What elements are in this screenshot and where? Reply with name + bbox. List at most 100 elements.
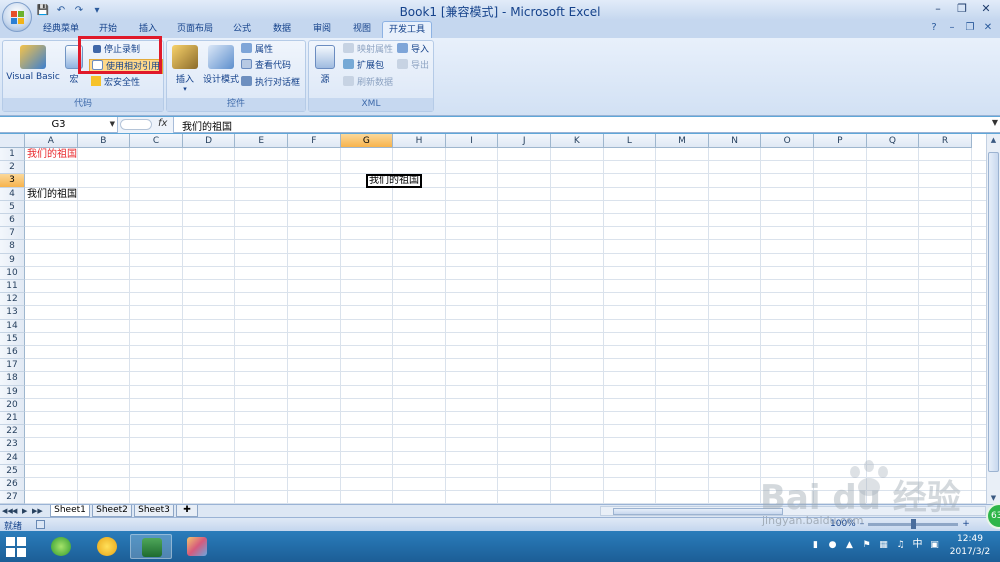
row-header-7[interactable]: 7 (0, 227, 25, 241)
taskbar-paint[interactable] (176, 534, 218, 559)
tab-developer[interactable]: 开发工具 (382, 21, 432, 38)
row-header-15[interactable]: 15 (0, 332, 25, 346)
insert-sheet-button[interactable]: ✚ (176, 505, 198, 517)
map-properties-button[interactable]: 映射属性 (343, 43, 393, 58)
row-header-3[interactable]: 3 (0, 174, 25, 188)
formula-cancel-enter[interactable] (120, 119, 152, 130)
zoom-slider-knob[interactable] (911, 518, 917, 529)
minimize-icon[interactable]: – (946, 22, 958, 33)
taskbar-excel[interactable] (130, 534, 172, 559)
cell-g3-active[interactable]: 我们的祖国 (366, 174, 422, 188)
column-header-q[interactable]: Q (866, 134, 920, 148)
horizontal-scrollbar[interactable] (600, 506, 986, 516)
restore-icon[interactable]: ❐ (964, 22, 976, 33)
column-header-g[interactable]: G (340, 134, 394, 148)
column-header-b[interactable]: B (77, 134, 131, 148)
tray-phone-icon[interactable]: ▮ (810, 539, 821, 551)
next-sheet-icon[interactable]: ▶ (22, 505, 30, 517)
worksheet-grid[interactable]: ABCDEFGHIJKLMNOPQR 1 2 3 4 5 6 7 8 9 10 11 12 13 14 15… (0, 134, 986, 504)
row-header-4[interactable]: 4 (0, 187, 25, 201)
column-header-i[interactable]: I (445, 134, 499, 148)
tray-network-icon[interactable]: ▦ (878, 539, 889, 551)
row-header-9[interactable]: 9 (0, 253, 25, 267)
office-button[interactable] (2, 2, 32, 32)
taskbar-security-app[interactable] (86, 534, 128, 559)
vertical-scrollbar[interactable]: ▲ ▼ (986, 134, 1000, 504)
row-header-10[interactable]: 10 (0, 266, 25, 280)
last-sheet-icon[interactable]: ▶▶ (32, 505, 43, 517)
formula-input[interactable]: 我们的祖国 (182, 118, 232, 133)
chevron-down-icon[interactable]: ▼ (110, 117, 115, 132)
tray-security-icon[interactable]: ● (827, 539, 838, 551)
row-header-23[interactable]: 23 (0, 438, 25, 452)
row-header-13[interactable]: 13 (0, 306, 25, 320)
row-header-19[interactable]: 19 (0, 385, 25, 399)
row-header-26[interactable]: 26 (0, 478, 25, 492)
column-header-n[interactable]: N (708, 134, 762, 148)
row-header-25[interactable]: 25 (0, 464, 25, 478)
column-header-o[interactable]: O (761, 134, 814, 148)
insert-control-button[interactable]: 插入 ▾ (169, 43, 201, 97)
tab-view[interactable]: 视图 (344, 21, 380, 38)
xml-source-button[interactable]: 源 (311, 43, 339, 97)
design-mode-button[interactable]: 设计模式 (201, 43, 241, 97)
sheet-tab-sheet2[interactable]: Sheet2 (92, 505, 132, 517)
minimize-icon[interactable]: – (926, 0, 950, 18)
row-header-14[interactable]: 14 (0, 319, 25, 333)
row-header-22[interactable]: 22 (0, 425, 25, 439)
restore-icon[interactable]: ❐ (950, 0, 974, 18)
tray-flag-icon[interactable]: ⚑ (861, 539, 872, 551)
windows-start-icon[interactable] (6, 537, 26, 557)
run-dialog-button[interactable]: 执行对话框 (241, 76, 300, 91)
sheet-tab-sheet3[interactable]: Sheet3 (134, 505, 174, 517)
taskbar-browser[interactable] (40, 534, 82, 559)
column-header-j[interactable]: J (498, 134, 551, 148)
column-header-m[interactable]: M (656, 134, 709, 148)
tab-formulas[interactable]: 公式 (224, 21, 260, 38)
input-method-indicator[interactable]: 中 (912, 539, 923, 551)
tab-data[interactable]: 数据 (264, 21, 300, 38)
export-button[interactable]: 导出 (397, 59, 429, 74)
column-header-l[interactable]: L (603, 134, 657, 148)
row-header-24[interactable]: 24 (0, 451, 25, 465)
tray-image-icon[interactable]: ▣ (929, 539, 940, 551)
row-header-18[interactable]: 18 (0, 372, 25, 386)
column-header-d[interactable]: D (182, 134, 236, 148)
row-header-6[interactable]: 6 (0, 214, 25, 228)
tab-page-layout[interactable]: 页面布局 (170, 21, 220, 38)
zoom-out-icon[interactable]: – (860, 519, 865, 529)
properties-button[interactable]: 属性 (241, 43, 273, 58)
column-header-p[interactable]: P (814, 134, 867, 148)
select-all-corner[interactable] (0, 134, 25, 148)
row-header-21[interactable]: 21 (0, 412, 25, 426)
tray-up-arrow-icon[interactable]: ▲ (844, 539, 855, 551)
macro-security-button[interactable]: 宏安全性 (91, 76, 140, 91)
sheet-tab-sheet1[interactable]: Sheet1 (50, 505, 90, 517)
row-header-8[interactable]: 8 (0, 240, 25, 254)
scroll-up-icon[interactable]: ▲ (987, 134, 1000, 146)
expand-formula-bar-icon[interactable]: ▼ (992, 118, 998, 127)
row-header-16[interactable]: 16 (0, 346, 25, 360)
column-header-e[interactable]: E (235, 134, 288, 148)
insert-function-icon[interactable]: fx (158, 118, 167, 129)
row-header-20[interactable]: 20 (0, 398, 25, 412)
tray-volume-icon[interactable]: ♫ (895, 539, 906, 551)
help-icon[interactable]: ? (928, 22, 940, 33)
row-header-27[interactable]: 27 (0, 491, 25, 504)
import-button[interactable]: 导入 (397, 43, 429, 58)
cell-a4[interactable]: 我们的祖国 (27, 188, 77, 201)
column-header-h[interactable]: H (393, 134, 446, 148)
tab-review[interactable]: 审阅 (304, 21, 340, 38)
column-header-r[interactable]: R (919, 134, 972, 148)
taskbar-clock[interactable]: 12:49 2017/3/2 (944, 533, 996, 559)
row-header-11[interactable]: 11 (0, 280, 25, 294)
row-header-1[interactable]: 1 (0, 148, 25, 162)
column-header-a[interactable]: A (25, 134, 78, 148)
close-icon[interactable]: ✕ (982, 22, 994, 33)
zoom-in-icon[interactable]: + (962, 519, 970, 529)
first-sheet-icon[interactable]: ◀◀ (2, 505, 13, 517)
horizontal-scroll-thumb[interactable] (613, 508, 783, 515)
close-icon[interactable]: ✕ (974, 0, 998, 18)
column-header-f[interactable]: F (288, 134, 341, 148)
expansion-pack-button[interactable]: 扩展包 (343, 59, 384, 74)
